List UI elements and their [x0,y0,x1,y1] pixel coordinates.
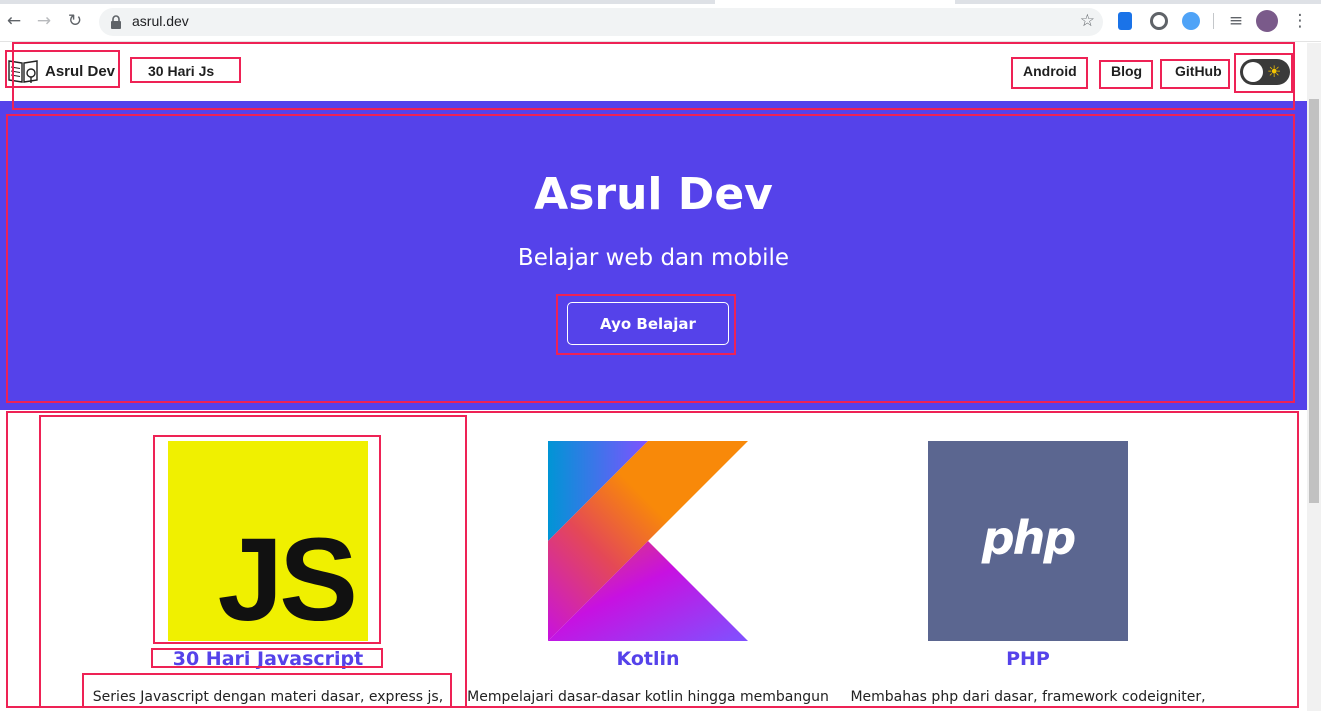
extension-moon-icon[interactable] [1150,12,1168,30]
course-cards: JS 30 Hari Javascript Series Javascript … [0,410,1307,711]
tab-strip [0,0,1321,4]
toolbar-separator [1213,13,1214,29]
nav-link-30-hari-js[interactable]: 30 Hari Js [148,63,214,79]
media-queue-icon[interactable]: ≡ [1225,10,1247,32]
extension-phone-icon[interactable] [1118,12,1132,30]
kotlin-logo[interactable] [548,441,748,641]
active-tab[interactable] [715,0,955,4]
hero-title: Asrul Dev [534,169,773,220]
toggle-knob [1243,62,1263,82]
ayo-belajar-button[interactable]: Ayo Belajar [567,302,729,345]
card-desc-kotlin: Mempelajari dasar-dasar kotlin hingga me… [467,689,829,705]
php-logo[interactable]: php [928,441,1128,641]
reload-icon[interactable]: ↻ [64,10,86,32]
avatar[interactable] [1256,10,1278,32]
brand-label: Asrul Dev [45,62,116,80]
hero-section: Asrul Dev Belajar web dan mobile Ayo Bel… [0,101,1307,410]
card-title-kotlin[interactable]: Kotlin [438,648,858,670]
js-logo-text: JS [217,514,358,646]
sun-icon: ☀ [1267,62,1282,81]
lock-icon [111,15,121,29]
page-scrollbar[interactable] [1307,43,1321,711]
brand-link[interactable]: Asrul Dev [7,57,115,85]
hero-subtitle: Belajar web dan mobile [517,245,790,271]
card-title-php[interactable]: PHP [818,648,1238,670]
nav-link-blog[interactable]: Blog [1111,63,1142,79]
card-title-javascript[interactable]: 30 Hari Javascript [58,648,478,670]
scrollbar-thumb[interactable] [1309,99,1319,503]
address-bar[interactable]: asrul.dev ☆ [99,8,1103,36]
browser-toolbar: ← → ↻ asrul.dev ☆ ≡ ⋮ [0,0,1321,42]
card-kotlin: Kotlin Mempelajari dasar-dasar kotlin hi… [438,410,858,711]
nav-link-android[interactable]: Android [1023,63,1077,79]
card-desc-javascript: Series Javascript dengan materi dasar, e… [92,689,444,705]
card-javascript: JS 30 Hari Javascript Series Javascript … [58,410,478,711]
menu-kebab-icon[interactable]: ⋮ [1289,10,1311,32]
theme-toggle[interactable]: ☀ [1240,59,1290,85]
nav-link-github[interactable]: GitHub [1175,63,1222,79]
javascript-logo[interactable]: JS [168,441,368,641]
book-logo-icon [8,60,38,83]
bookmark-star-icon[interactable]: ☆ [1080,11,1095,31]
php-logo-text: php [981,511,1077,565]
forward-icon[interactable]: → [33,10,55,32]
back-icon[interactable]: ← [3,10,25,32]
card-php: php PHP Membahas php dari dasar, framewo… [818,410,1238,711]
extension-diamond-icon[interactable] [1182,12,1200,30]
card-desc-php: Membahas php dari dasar, framework codei… [850,689,1206,705]
site-navbar: Asrul Dev 30 Hari Js Android Blog GitHub… [0,43,1307,101]
url-text: asrul.dev [132,13,189,29]
